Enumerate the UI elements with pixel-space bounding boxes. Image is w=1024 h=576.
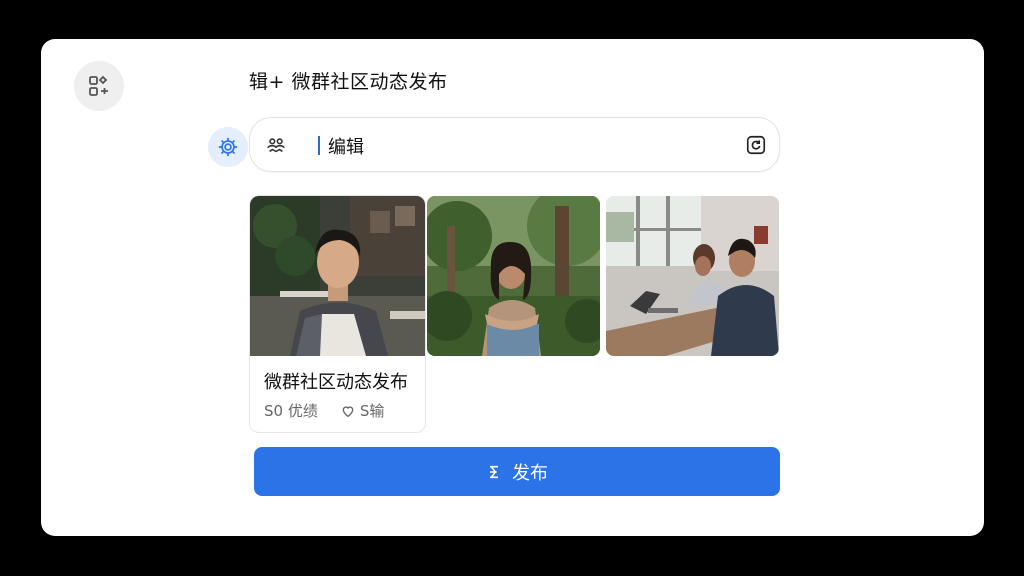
input-value: 编辑 — [328, 137, 364, 158]
post-card[interactable]: 微群社区动态发布 S0 优绩 S输 — [249, 195, 426, 433]
publish-icon — [486, 464, 502, 480]
apps-icon — [87, 74, 111, 98]
text-cursor — [318, 136, 320, 155]
group-icon — [265, 134, 287, 156]
gear-icon — [217, 136, 239, 158]
post-text-input[interactable]: 编辑 — [249, 117, 780, 172]
like-button[interactable]: S输 — [340, 400, 385, 421]
heart-icon — [340, 403, 356, 419]
dialog-card: 辑+ 微群社区动态发布 编辑 微群社区动态发布 S0 优绩 S输 发布 — [41, 39, 984, 536]
post-meta: S0 优绩 S输 — [264, 400, 384, 421]
publish-label: 发布 — [512, 462, 548, 484]
post-photo-woman-forest[interactable] — [427, 196, 600, 356]
like-count: S输 — [359, 402, 385, 420]
post-stat: S0 优绩 — [264, 402, 318, 420]
post-photo-man — [250, 196, 425, 356]
post-title: 微群社区动态发布 — [264, 372, 408, 393]
refresh-icon[interactable] — [745, 134, 767, 156]
apps-button[interactable] — [74, 61, 124, 111]
page-title: 辑+ 微群社区动态发布 — [249, 71, 448, 93]
publish-button[interactable]: 发布 — [254, 447, 780, 496]
post-photo-meeting[interactable] — [606, 196, 779, 356]
settings-button[interactable] — [208, 127, 248, 167]
